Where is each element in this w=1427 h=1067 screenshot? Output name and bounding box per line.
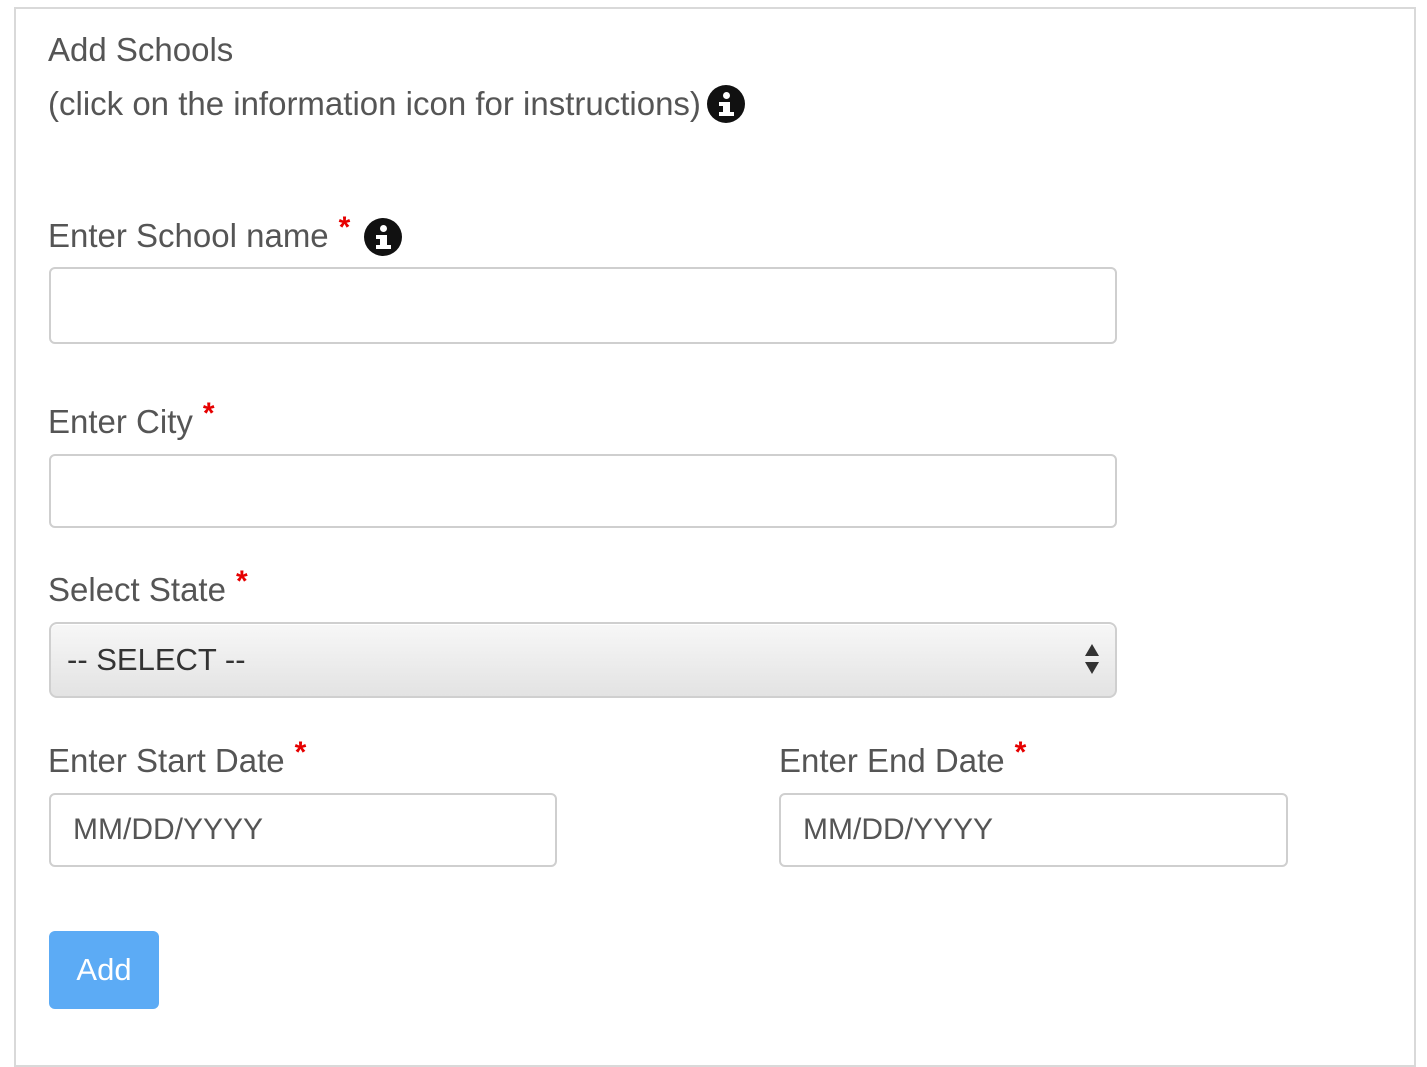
start-date-label: Enter Start Date <box>48 742 285 779</box>
add-button[interactable]: Add <box>49 931 159 1009</box>
add-schools-panel <box>14 7 1416 1067</box>
state-select[interactable]: -- SELECT -- <box>49 622 1117 698</box>
end-date-input[interactable] <box>779 793 1288 867</box>
school-name-input[interactable] <box>49 267 1117 344</box>
info-icon[interactable] <box>706 85 745 123</box>
state-label: Select State <box>48 571 226 608</box>
start-date-label-row: Enter Start Date * <box>48 736 307 781</box>
form-subtitle-row: (click on the information icon for instr… <box>48 84 745 124</box>
state-select-value: -- SELECT -- <box>67 642 246 677</box>
state-label-row: Select State * <box>48 565 248 610</box>
required-asterisk: * <box>202 397 215 430</box>
school-name-info-icon[interactable] <box>364 218 403 256</box>
city-label: Enter City <box>48 403 193 440</box>
end-date-label: Enter End Date <box>779 742 1005 779</box>
required-asterisk: * <box>1014 736 1027 769</box>
required-asterisk: * <box>294 736 307 769</box>
required-asterisk: * <box>235 565 248 598</box>
city-label-row: Enter City * <box>48 397 215 442</box>
city-input[interactable] <box>49 454 1117 528</box>
form-subtitle: (click on the information icon for instr… <box>48 85 701 122</box>
school-name-label-row: Enter School name * <box>48 211 403 256</box>
school-name-label: Enter School name <box>48 217 329 254</box>
required-asterisk: * <box>338 211 351 244</box>
start-date-input[interactable] <box>49 793 557 867</box>
form-title: Add Schools <box>48 31 234 68</box>
up-down-arrows-icon <box>1085 644 1099 678</box>
end-date-label-row: Enter End Date * <box>779 736 1027 781</box>
